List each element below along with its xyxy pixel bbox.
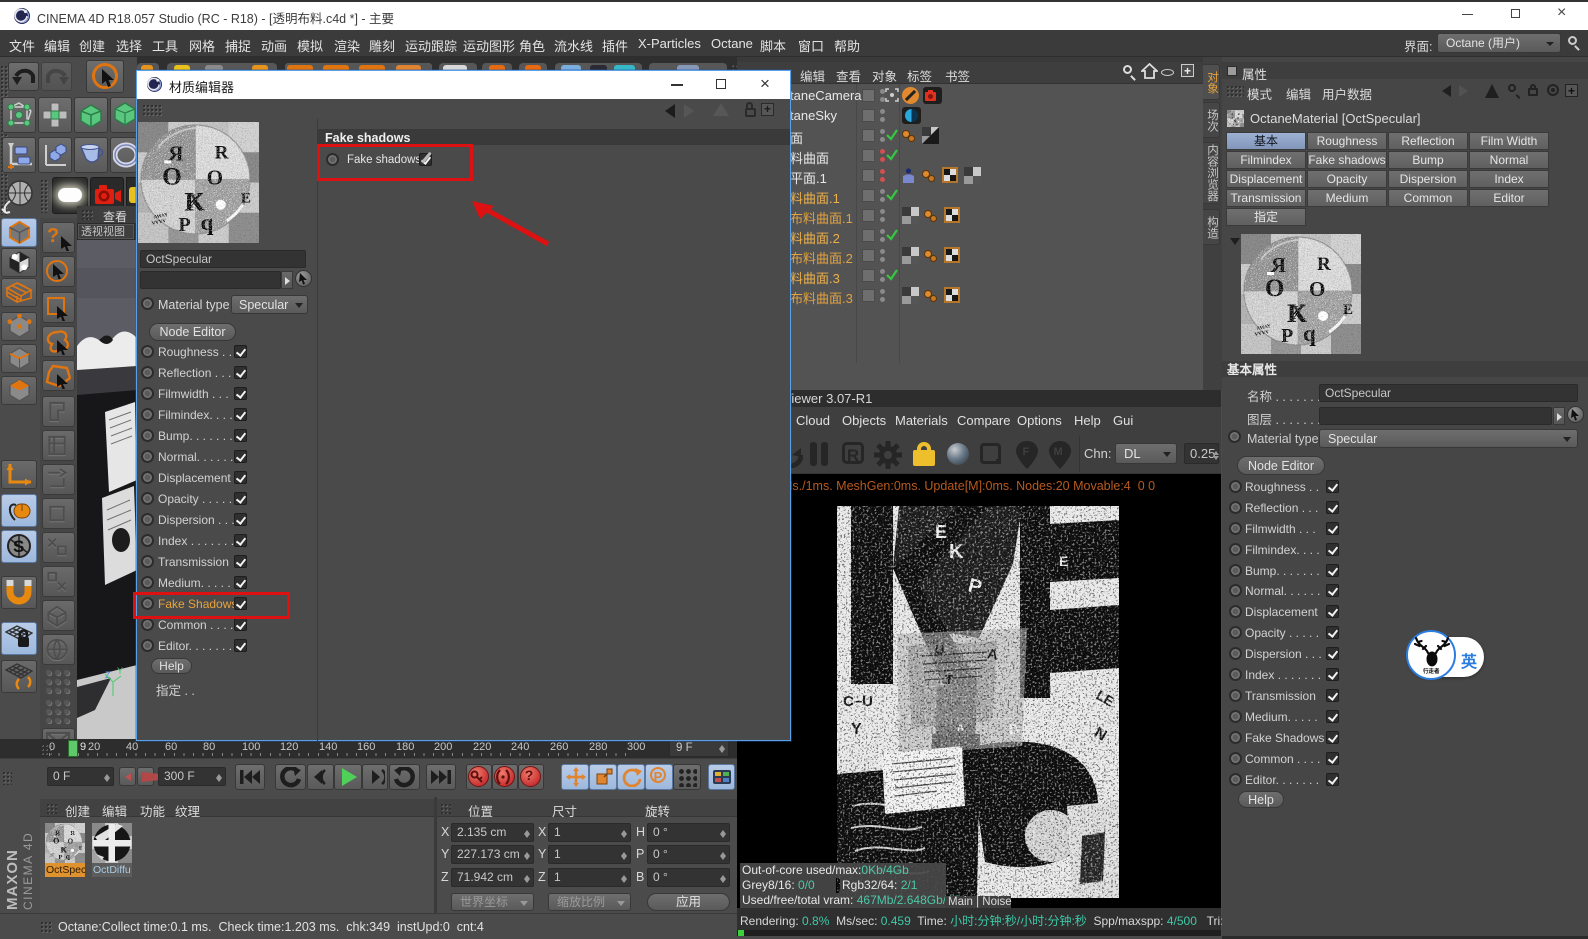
svg-text:Y: Y (117, 666, 123, 676)
svg-text:S: S (13, 537, 24, 556)
svg-text:F: F (1023, 446, 1030, 458)
svg-text:M: M (1054, 446, 1063, 458)
